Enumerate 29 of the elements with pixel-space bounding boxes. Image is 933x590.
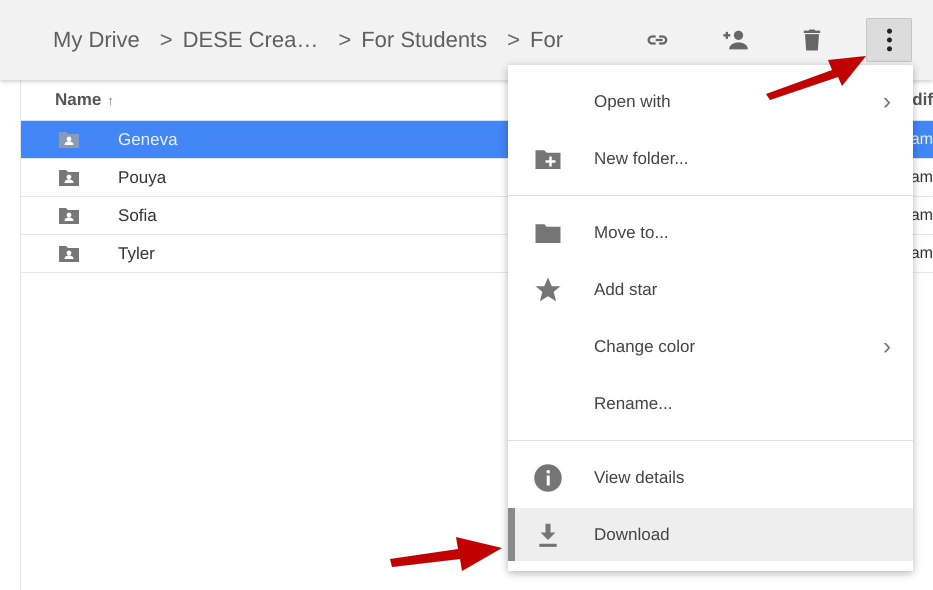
more-actions-button[interactable] (866, 18, 912, 62)
menu-item[interactable]: Change color › (508, 318, 913, 375)
submenu-chevron: › (883, 332, 891, 360)
file-name: Tyler (118, 244, 155, 264)
file-name: Geneva (118, 130, 178, 150)
menu-item-label: Open with (594, 92, 672, 112)
breadcrumb-link[interactable]: My Drive (53, 27, 140, 53)
menu-item-label: Rename... (594, 394, 674, 414)
menu-item-label: Change color (594, 336, 696, 356)
breadcrumb-separator: > (160, 27, 173, 53)
info-icon (532, 462, 562, 492)
breadcrumb-separator: > (338, 27, 352, 53)
menu-item[interactable]: Download (508, 508, 913, 561)
column-header[interactable]: dif (912, 90, 933, 110)
more-icon (886, 28, 892, 52)
menu-item-label: Add star (594, 280, 658, 300)
breadcrumb-separator: > (507, 27, 520, 53)
breadcrumb-link[interactable]: For Students (361, 27, 488, 53)
breadcrumb-link[interactable]: DESE Crea… (182, 27, 318, 53)
menu-item-label: Download (594, 524, 671, 544)
menu-item-label: View details (594, 468, 686, 488)
sort-arrow[interactable]: ↑ (107, 92, 114, 108)
file-name: Pouya (118, 168, 166, 188)
menu-item[interactable]: Rename... (508, 375, 913, 432)
submenu-chevron: › (883, 88, 891, 116)
breadcrumb-link[interactable]: For (530, 27, 564, 53)
menu-item[interactable]: View details (508, 449, 913, 506)
column-header[interactable]: Name (55, 90, 102, 110)
file-name: Sofia (118, 206, 157, 226)
